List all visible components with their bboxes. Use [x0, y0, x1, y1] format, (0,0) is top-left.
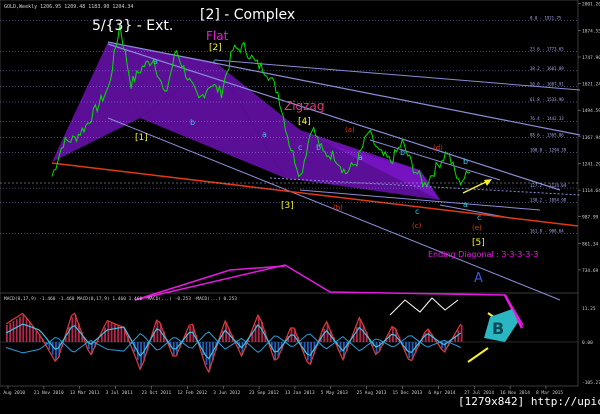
macd-histogram-bar	[359, 319, 362, 342]
sub-wave-c: c	[213, 57, 217, 66]
fib-level-label: 61.8 - 1533.90	[530, 97, 564, 102]
ending-diagonal-label: Ending Diagonal : 3-3-3-3-3	[428, 250, 538, 259]
price-chart: 0.0 - 1921.75 23.6 - 1773.65 38.2 - 1681.8…	[0, 0, 600, 414]
sub-wave-b2: b	[316, 143, 321, 152]
sub-wave-c4: c	[415, 207, 419, 216]
macd-tick-label: -105.27	[582, 380, 600, 386]
macd-histogram-bar	[71, 317, 74, 342]
fib-level-label: 76.4 - 1442.33	[530, 116, 564, 121]
watermark: [1279x842] http://upic.me/	[458, 395, 600, 408]
sub-wave-b4: b	[400, 148, 405, 157]
red-wave-d: (d)	[433, 144, 443, 152]
price-tick-label: 1114.64	[582, 188, 600, 194]
macd-histogram-bar	[274, 342, 277, 359]
fib-level-label: 100.0 - 1294.39	[530, 147, 567, 152]
macd-histogram-bar	[22, 315, 25, 342]
red-wave-b: (b)	[333, 204, 343, 212]
macd-histogram-bar	[19, 317, 21, 342]
time-tick-label: 23 Sep 2012	[249, 390, 279, 396]
time-tick-label: 3 Jul 2011	[106, 390, 133, 396]
zigzag-label: Zigzag	[284, 99, 324, 113]
price-tick-label: 1494.59	[582, 108, 600, 114]
wave-A-label: A	[474, 271, 483, 286]
red-wave-c: (c)	[412, 222, 422, 230]
macd-histogram-bar	[113, 324, 116, 342]
time-tick-label: 5 May 2013	[321, 390, 348, 396]
fib-level-label: 88.6 - 1365.86	[530, 132, 564, 137]
price-tick-label: 861.34	[582, 241, 599, 247]
macd-histogram-bar	[375, 342, 378, 354]
macd-tick-label: 11.25	[582, 306, 596, 312]
wave-B-label: B	[492, 319, 504, 338]
wave-4-label: [4]	[298, 117, 311, 127]
sub-wave-c3: c	[477, 213, 481, 222]
macd-histogram-bar	[25, 318, 28, 342]
fib-level-label: 50.0 - 1607.91	[530, 81, 564, 86]
macd-histogram-bar	[51, 342, 54, 355]
macd-histogram-bar	[408, 342, 411, 359]
sub-wave-a2: a	[262, 130, 267, 139]
fib-level-label: 38.2 - 1681.89	[530, 66, 564, 71]
wave-title: [2] - Complex	[200, 7, 295, 23]
macd-histogram-bar	[205, 342, 208, 365]
time-tick-label: 15 Dec 2013	[393, 390, 423, 396]
price-tick-label: 1874.55	[582, 28, 600, 34]
time-tick-label: 25 Aug 2013	[357, 390, 387, 396]
time-tick-label: 12 Feb 2012	[177, 390, 207, 396]
macd-histogram-bar	[306, 342, 309, 361]
time-tick-label: 3 Jun 2012	[213, 390, 240, 396]
macd-histogram-bar	[107, 321, 110, 342]
flat-label: Flat	[206, 29, 229, 43]
macd-histogram-bar	[323, 328, 326, 342]
wave-2-label: [2]	[209, 43, 222, 53]
ext-label: 5/{3} - Ext.	[92, 18, 173, 34]
macd-histogram-bar	[156, 321, 159, 342]
wave-5-label: [5]	[472, 238, 485, 248]
price-tick-label: 1621.24	[582, 82, 600, 88]
fib-level-label: 23.6 - 1773.65	[530, 47, 564, 52]
price-tick-label: 1367.94	[582, 135, 600, 141]
fib-level-label: 0.0 - 1921.75	[530, 15, 562, 20]
sub-wave-b3: b	[463, 157, 468, 166]
macd-histogram-bar	[12, 321, 15, 342]
fib-level-label: 161.8 - 908.64	[530, 228, 564, 233]
price-tick-label: 2001.20	[582, 2, 600, 8]
wave-3-label: [3]	[281, 201, 294, 211]
price-tick-label: 1241.29	[582, 161, 600, 167]
time-tick-label: 6 Apr 2014	[428, 390, 455, 396]
time-tick-label: 23 Oct 2011	[141, 390, 171, 396]
macd-histogram-bar	[55, 342, 57, 361]
macd-histogram-bar	[110, 323, 113, 342]
macd-header: MACD(8,17,9) -1.460 -1.460 MACD(8,17,9) …	[4, 296, 237, 302]
price-tick-label: 734.69	[582, 268, 599, 274]
sub-wave-c2: c	[298, 143, 302, 152]
macd-histogram-bar	[189, 326, 191, 342]
macd-histogram-bar	[120, 327, 123, 342]
red-wave-a: (a)	[345, 126, 355, 134]
macd-tick-label: 0.00	[582, 340, 593, 346]
sub-wave-a: a	[153, 57, 158, 66]
time-tick-label: 13 Mar 2011	[70, 390, 100, 396]
price-tick-label: 987.99	[582, 215, 599, 221]
sub-wave-a3: a	[463, 200, 468, 209]
macd-histogram-bar	[257, 316, 260, 342]
time-tick-label: 13 Jan 2013	[285, 390, 315, 396]
fib-level-label: 138.2 - 1054.98	[530, 198, 567, 203]
macd-histogram-bar	[28, 322, 31, 342]
macd-histogram-bar	[15, 319, 18, 342]
sub-wave-a4: a	[358, 153, 363, 162]
macd-histogram-bar	[457, 330, 460, 342]
macd-histogram-bar	[104, 327, 106, 342]
fib-level-label: 127.2 - 1124.04	[530, 183, 567, 188]
symbol-header: GOLD,Weekly 1206.95 1209.48 1183.90 1204…	[4, 4, 133, 10]
price-tick-label: 1747.90	[582, 55, 600, 61]
time-tick-label: 21 Nov 2010	[34, 390, 64, 396]
sub-wave-b: b	[190, 118, 195, 127]
time-tick-label: 1 Aug 2010	[0, 390, 25, 396]
red-wave-e: (e)	[472, 224, 482, 232]
macd-histogram-bar	[9, 323, 12, 342]
wave-1-label: [1]	[135, 133, 148, 143]
